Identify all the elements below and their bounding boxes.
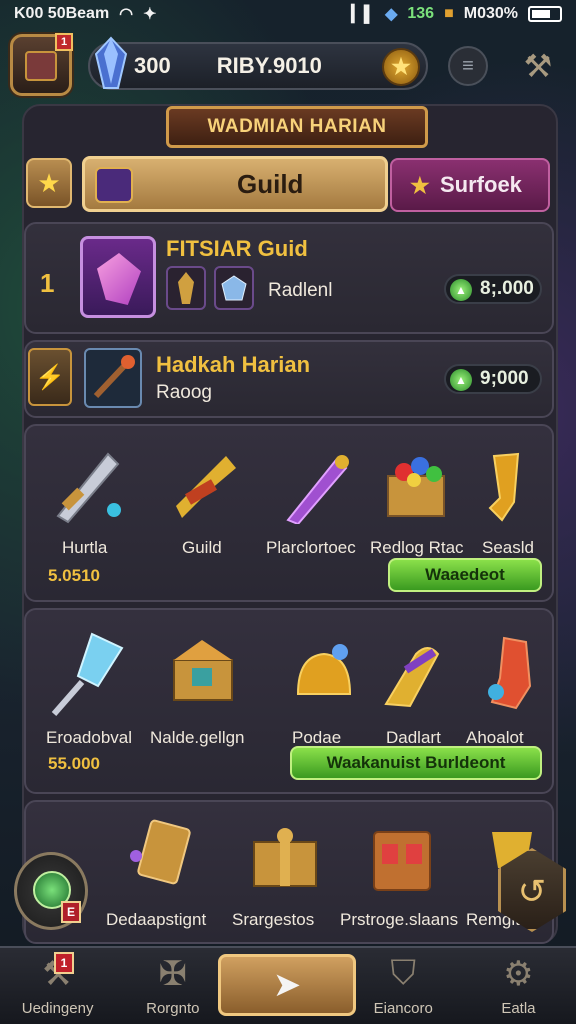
item-label-1: Hurtla bbox=[62, 538, 108, 557]
crystal-icon bbox=[94, 36, 128, 89]
item-label-6: Eroadobval bbox=[46, 728, 133, 747]
item-label-11: Dedaapstignt bbox=[106, 910, 207, 929]
player-avatar[interactable]: 1 bbox=[10, 33, 73, 96]
ice-cube-icon bbox=[214, 266, 254, 310]
tab-other[interactable]: ★ Surfoek bbox=[390, 158, 550, 212]
item-label-5: Seasld bbox=[482, 538, 534, 557]
resource-amount: 300 bbox=[134, 53, 171, 78]
item-panel-2: Eroadobval 55.000 Nalde.gellgn Podae Dad… bbox=[24, 608, 554, 794]
avatar-badge: 1 bbox=[55, 33, 73, 51]
arrow-icon: ➤ bbox=[272, 966, 302, 1004]
resource-label: RIBY.9010 bbox=[216, 53, 322, 78]
status-right-text: M030% bbox=[463, 5, 518, 22]
item-label-2: Guild bbox=[182, 538, 222, 557]
item-label-10: Ahoalot bbox=[466, 728, 524, 747]
crystal-staff-icon[interactable] bbox=[48, 630, 128, 716]
chest-icon bbox=[25, 51, 57, 81]
item-label-7: Nalde.gellgn bbox=[150, 728, 245, 747]
dagger-icon[interactable] bbox=[280, 446, 360, 526]
tools-button[interactable]: ⚒ bbox=[516, 44, 560, 88]
banner-title: WADMIAN HARIAN bbox=[166, 106, 428, 148]
gift-box-icon[interactable] bbox=[248, 822, 328, 900]
tab-guild-label: Guild bbox=[237, 168, 304, 199]
nav-label-2: Rorgnto bbox=[146, 1000, 200, 1017]
gear-icon: ⚙ bbox=[503, 955, 534, 993]
panel-1-action-button[interactable]: Waaedeot bbox=[388, 558, 542, 592]
signal-icon: ✦ bbox=[143, 6, 157, 23]
item-label-4: Redlog Rtac bbox=[370, 538, 464, 557]
daily-price[interactable]: ▲ 9;000 bbox=[444, 364, 542, 394]
nav-item-settings[interactable]: ⚙ Eatla bbox=[461, 948, 576, 1024]
item-label-8: Podae bbox=[292, 728, 342, 747]
crossbow-icon[interactable] bbox=[166, 446, 246, 524]
nav-center-button[interactable]: ➤ bbox=[218, 954, 356, 1016]
menu-round-button[interactable]: ≡ bbox=[448, 46, 488, 86]
gem-chest-icon[interactable] bbox=[378, 446, 458, 524]
scroll-chest-icon[interactable] bbox=[366, 822, 446, 900]
guild-emblem-icon bbox=[95, 167, 133, 203]
battery-icon bbox=[528, 6, 562, 22]
panel-2-price: 55.000 bbox=[48, 754, 100, 773]
resource-bar: 300 RIBY.9010 ★ bbox=[88, 36, 428, 90]
horn-icon[interactable] bbox=[474, 446, 554, 524]
item-label-13: Prstroge.slaans bbox=[340, 910, 459, 929]
panel-1-price: 5.0510 bbox=[48, 566, 100, 585]
star-icon: ★ bbox=[37, 167, 61, 198]
favorites-tab[interactable]: ★ bbox=[26, 158, 72, 208]
nav-label-1: Uedingeny bbox=[21, 1000, 94, 1017]
nav-item-forge[interactable]: ✠ Rorgnto bbox=[115, 948, 230, 1024]
rank-number: 1 bbox=[40, 268, 55, 298]
left-action-button[interactable]: E bbox=[14, 852, 88, 930]
tab-other-label: Surfoek bbox=[440, 172, 522, 197]
featured-price-value: 8;.000 bbox=[480, 278, 534, 299]
boot-icon[interactable] bbox=[474, 634, 554, 712]
nav-label-4: Eiancoro bbox=[373, 1000, 433, 1017]
pink-crystal-icon bbox=[80, 236, 156, 318]
featured-row[interactable]: 1 FITSIAR Guid Radlenl ▲ 8;.000 bbox=[24, 222, 554, 334]
lightning-icon: ⚡ bbox=[28, 348, 72, 406]
bell-icon[interactable] bbox=[284, 634, 364, 712]
daily-subtitle: Raoog bbox=[156, 382, 212, 403]
panel-2-action-button[interactable]: Waakanuist Burldeont bbox=[290, 746, 542, 780]
side-badge: E bbox=[61, 901, 81, 923]
hammer-icon: ⚒ bbox=[523, 48, 553, 84]
treasure-chest-icon[interactable] bbox=[166, 634, 246, 712]
daily-title: Hadkah Harian bbox=[156, 352, 311, 377]
featured-price[interactable]: ▲ 8;.000 bbox=[444, 274, 542, 304]
status-center-number: 136 bbox=[407, 5, 435, 22]
swirl-icon: ↺ bbox=[517, 873, 547, 911]
featured-subtitle: Radlenl bbox=[268, 280, 333, 301]
chest-status-icon: ■ bbox=[444, 5, 454, 22]
status-bar: K00 50Beam ◠ ✦ ▎▌ ◆ 136 ■ M030% bbox=[0, 0, 576, 28]
top-bar: 1 300 RIBY.9010 ★ ≡ ⚒ bbox=[10, 33, 566, 98]
menu-icon: ≡ bbox=[462, 54, 474, 77]
daily-row[interactable]: ⚡ Hadkah Harian Raoog ▲ 9;000 bbox=[24, 340, 554, 418]
hammer-icon: ✠ bbox=[158, 955, 188, 993]
daily-price-value: 9;000 bbox=[480, 368, 529, 389]
star-icon: ★ bbox=[410, 173, 430, 198]
featured-title: FITSIAR Guid bbox=[166, 236, 308, 261]
item-panel-1: Hurtla 5.0510 Guild Plarclortoec Redlog … bbox=[24, 424, 554, 602]
nav-item-defense[interactable]: ⛉ Eiancoro bbox=[346, 948, 461, 1024]
status-left-text: K00 50Beam bbox=[14, 5, 110, 22]
item-label-9: Dadlart bbox=[386, 728, 441, 747]
wifi-icon: ◠ bbox=[119, 6, 134, 23]
sword-icon[interactable] bbox=[48, 446, 128, 524]
nav-badge: 1 bbox=[54, 952, 74, 974]
magnet-icon[interactable] bbox=[376, 634, 456, 712]
item-panel-3: Dedaapstignt Srargestos Prstroge.slaans … bbox=[24, 800, 554, 944]
card-icon[interactable] bbox=[126, 816, 206, 894]
gem-coin-icon: ▲ bbox=[450, 369, 472, 391]
signal-bars-icon: ▎▌ bbox=[351, 6, 376, 23]
tab-guild[interactable]: Guild bbox=[82, 156, 388, 212]
torch-icon bbox=[84, 348, 142, 408]
statue-icon bbox=[166, 266, 206, 310]
star-button[interactable]: ★ bbox=[382, 48, 420, 86]
shield-icon: ⛉ bbox=[390, 954, 416, 992]
gem-status-icon: ◆ bbox=[385, 6, 398, 23]
item-label-3: Plarclortoec bbox=[266, 538, 356, 557]
gem-coin-icon: ▲ bbox=[450, 279, 472, 301]
item-label-12: Srargestos bbox=[232, 910, 315, 929]
nav-label-5: Eatla bbox=[501, 1000, 536, 1017]
